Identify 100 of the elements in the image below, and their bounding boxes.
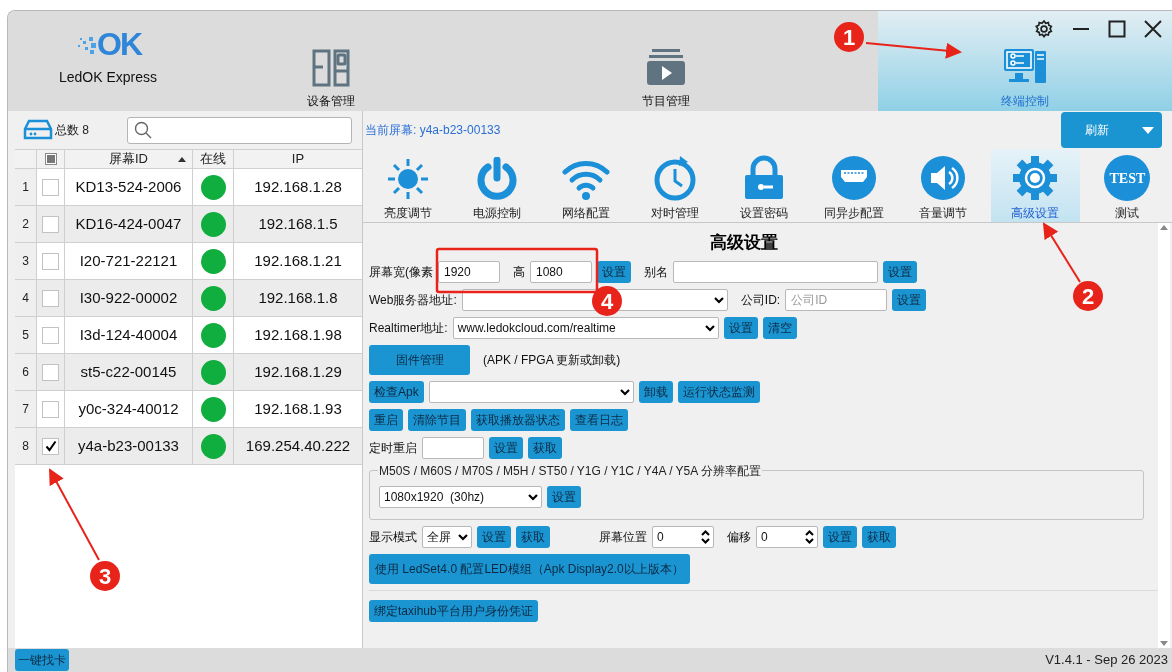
action-button[interactable]: 运行状态监测 (677, 381, 760, 403)
tool-tab[interactable]: 同异步配置 (809, 149, 899, 222)
action-button[interactable]: 卸载 (638, 381, 673, 403)
input-field[interactable] (673, 261, 878, 283)
search-field[interactable] (127, 116, 352, 144)
action-button[interactable]: 获取 (528, 437, 562, 459)
table-cell-text: KD13-524-2006 (75, 176, 182, 197)
action-button[interactable]: 检查Apk (369, 381, 424, 403)
column-header[interactable]: 在线 (200, 149, 226, 169)
row-checkbox[interactable] (42, 326, 59, 344)
select-all-checkbox[interactable] (44, 153, 57, 165)
search-icon (134, 121, 152, 139)
action-button[interactable]: 设置 (489, 437, 523, 459)
action-button[interactable]: 查看日志 (570, 409, 628, 431)
action-button[interactable]: 清除节目 (408, 409, 466, 431)
panel-layout-icon (311, 49, 351, 87)
input-field[interactable]: 1080 (530, 261, 592, 283)
nav-tab[interactable]: 终端控制 (878, 11, 1172, 111)
find-card-button[interactable]: 一键找卡 (15, 649, 69, 671)
checkmark-icon (44, 440, 57, 452)
row-checkbox[interactable] (42, 400, 59, 418)
dropdown[interactable]: www.ledokcloud.com/realtime (452, 317, 719, 339)
chevron-down-icon (713, 296, 724, 304)
row-number: 5 (22, 327, 29, 344)
dropdown[interactable] (428, 381, 634, 403)
action-button[interactable]: 绑定taxihub平台用户身份凭证 (369, 600, 538, 622)
version-label: V1.4.1 - Sep 26 2023 (1045, 651, 1168, 670)
tool-tab[interactable]: 设置密码 (719, 149, 810, 222)
table-cell-text: 192.168.1.21 (254, 250, 342, 271)
field-label: 屏幕宽(像素 (369, 264, 433, 281)
settings-icon[interactable] (1034, 19, 1054, 39)
action-button[interactable]: 使用 LedSet4.0 配置LED模组（Apk Display2.0以上版本） (369, 554, 690, 584)
gear-icon (1012, 155, 1059, 201)
field-label: 高 (513, 264, 525, 281)
row-number: 2 (22, 216, 29, 233)
app-title: LedOK Express (58, 68, 158, 87)
row-number: 3 (22, 253, 29, 270)
row-checkbox[interactable] (42, 252, 59, 270)
row-number: 8 (22, 438, 29, 455)
field-label: 定时重启 (369, 440, 417, 457)
table-cell-text: 192.168.1.93 (254, 398, 342, 419)
row-checkbox[interactable] (42, 289, 59, 307)
input-field[interactable]: 公司ID (785, 289, 888, 311)
dropdown[interactable]: 全屏 (422, 526, 472, 548)
close-icon[interactable] (1144, 20, 1162, 38)
power-icon (474, 157, 519, 201)
play-stack-icon (646, 47, 686, 87)
nav-tab[interactable]: 设备管理 (208, 11, 454, 111)
refresh-button[interactable]: 刷新 (1061, 112, 1162, 148)
tool-tab[interactable]: 网络配置 (541, 149, 631, 222)
scrollbar[interactable] (1158, 223, 1170, 648)
table-cell-text: 192.168.1.29 (254, 361, 342, 382)
tool-tab[interactable]: 电源控制 (452, 149, 542, 222)
action-button[interactable]: 获取播放器状态 (471, 409, 565, 431)
action-button[interactable]: 获取 (516, 526, 550, 548)
tool-tab[interactable]: 亮度调节 (363, 149, 453, 222)
row-checkbox[interactable] (42, 178, 59, 196)
field-label: Realtimer地址: (369, 320, 448, 337)
row-number: 1 (22, 179, 29, 196)
current-screen-label: 当前屏幕: y4a-b23-00133 (365, 122, 501, 139)
tool-tab[interactable]: 音量调节 (898, 149, 988, 222)
column-header[interactable]: 屏幕ID (109, 149, 148, 169)
action-button[interactable]: 清空 (762, 317, 797, 339)
input-field[interactable]: 1920 (438, 261, 500, 283)
scroll-down-icon[interactable] (1160, 641, 1168, 646)
speaker-icon (919, 155, 966, 201)
sort-ascending-icon (178, 157, 186, 162)
row-checkbox[interactable] (42, 215, 59, 233)
tool-tab[interactable]: 高级设置 (990, 149, 1080, 222)
row-number: 6 (22, 364, 29, 381)
logo-text: OK (97, 29, 141, 59)
field-label: Web服务器地址: (369, 292, 457, 309)
field-label: 显示模式 (369, 529, 417, 546)
group-legend: M50S / M60S / M70S / M5H / ST50 / Y1G / Y1C / Y4A / Y5A 分辨率配置 (378, 462, 762, 480)
action-button[interactable]: 设置 (892, 289, 927, 311)
action-button[interactable]: 设置 (547, 486, 581, 508)
row-checkbox[interactable] (42, 437, 59, 455)
action-button[interactable]: 设置 (883, 261, 917, 283)
maximize-icon[interactable] (1108, 20, 1126, 38)
scroll-up-icon[interactable] (1160, 225, 1168, 230)
number-field[interactable]: 0 (756, 526, 818, 548)
drive-icon (23, 119, 53, 141)
table-cell-text: y4a-b23-00133 (78, 435, 179, 456)
row-checkbox[interactable] (42, 363, 59, 381)
tool-tab[interactable]: TEST 测试 (1082, 149, 1172, 222)
action-button[interactable]: 设置 (823, 526, 857, 548)
table-cell-text: 192.168.1.5 (258, 213, 338, 234)
action-button[interactable]: 设置 (597, 261, 631, 283)
column-header[interactable]: IP (291, 149, 305, 169)
action-button[interactable]: 设置 (477, 526, 511, 548)
action-button[interactable]: 重启 (369, 409, 403, 431)
number-field[interactable]: 0 (652, 526, 714, 548)
spinner-arrows-icon (701, 530, 710, 544)
input-field[interactable] (422, 437, 484, 459)
action-button[interactable]: 固件管理 (369, 345, 470, 375)
device-count: 总数 8 (55, 122, 89, 139)
tool-tab[interactable]: 对时管理 (630, 149, 720, 222)
dropdown[interactable]: 1080x1920 (30hz) (379, 486, 542, 508)
action-button[interactable]: 获取 (862, 526, 896, 548)
action-button[interactable]: 设置 (723, 317, 758, 339)
